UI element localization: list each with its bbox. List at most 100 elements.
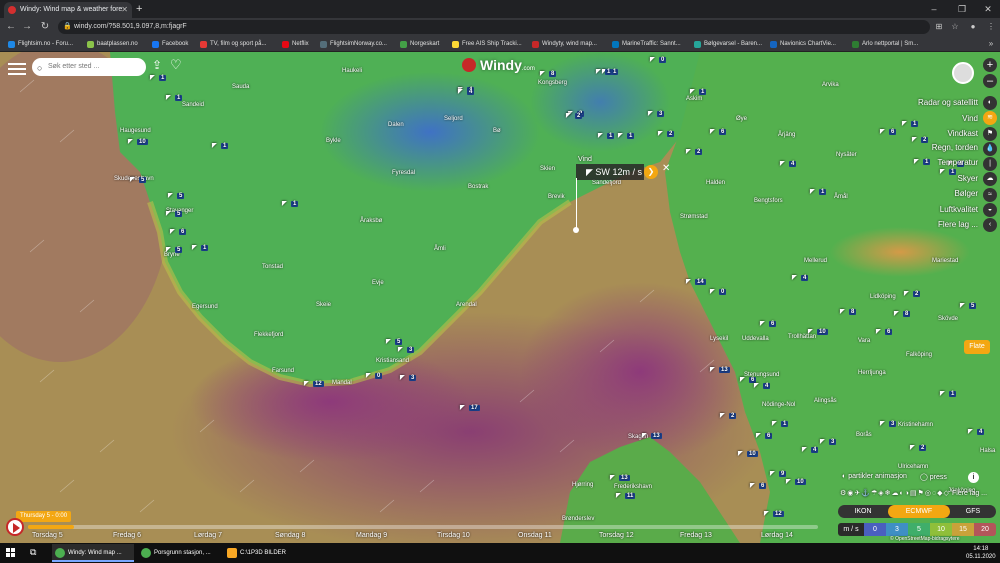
picker-close-icon[interactable]: ✕ <box>662 163 670 174</box>
layer-radar-satellite[interactable]: Radar og satellitt <box>918 98 978 107</box>
url-input[interactable]: 🔒 windy.com/?58.501,9.097,8,m:fjagrF <box>58 20 930 34</box>
menu-dots-icon[interactable]: ⋮ <box>984 20 998 34</box>
bookmark-item[interactable]: Free AIS Ship Tracki... <box>452 36 522 52</box>
close-window-icon[interactable]: ✕ <box>976 0 1000 18</box>
rain-drop-icon[interactable]: 💧 <box>983 142 997 156</box>
wind-speed-value: 6 <box>765 433 773 439</box>
user-avatar[interactable] <box>952 62 974 84</box>
profile-icon[interactable]: ● <box>966 20 980 34</box>
timeline-day-label[interactable]: Søndag 8 <box>275 532 305 539</box>
surface-level-button[interactable]: Flate <box>964 340 990 354</box>
layer-gusts[interactable]: Vindkast <box>947 129 978 138</box>
bookmark-item[interactable]: MarineTraffic: Sannt... <box>612 36 681 52</box>
taskbar-item-folder[interactable]: C:\1P3D BILDER <box>224 544 306 562</box>
bookmark-item[interactable]: Navionics ChartVie... <box>770 36 836 52</box>
place-label: Brevik <box>548 194 565 200</box>
particles-toggle[interactable]: ◐ partikler animasjon <box>842 473 907 480</box>
layer-clouds[interactable]: Skyer <box>958 174 978 183</box>
layer-waves[interactable]: Bølger <box>954 189 978 198</box>
windows-start-icon[interactable] <box>6 548 16 558</box>
timeline-day-label[interactable]: Tirsdag 10 <box>437 532 470 539</box>
timeline-day-label[interactable]: Torsdag 5 <box>32 532 63 539</box>
place-label: Fyresdal <box>392 170 416 176</box>
translate-icon[interactable]: ⊞ <box>932 20 946 34</box>
taskbar-item-windy[interactable]: Windy: Wind map ... <box>52 544 134 562</box>
windy-logo[interactable]: Windy.com <box>462 57 535 73</box>
task-view-icon[interactable]: ⧉ <box>30 547 36 558</box>
reload-icon[interactable]: ↻ <box>38 18 52 36</box>
cloud-icon[interactable]: ☁ <box>983 172 997 186</box>
timeline-day-label[interactable]: Lørdag 14 <box>761 532 793 539</box>
picker-pin-line <box>576 178 577 230</box>
weather-picker[interactable]: ◤ SW 12m / s <box>576 164 644 180</box>
bookmark-item[interactable]: Facebook <box>152 36 188 52</box>
gust-flag-icon[interactable]: ⚑ <box>983 127 997 141</box>
model-ecmwf-button[interactable]: ECMWF <box>888 505 950 518</box>
layer-rain-thunder[interactable]: Regn, torden <box>932 143 978 152</box>
more-layers-link[interactable]: Flere lag ... <box>952 490 987 497</box>
layer-more[interactable]: Flere lag ... <box>938 220 978 229</box>
timeline-day-label[interactable]: Lørdag 7 <box>194 532 222 539</box>
collapse-chevron-icon[interactable]: ‹ <box>983 218 997 232</box>
new-tab-icon[interactable]: + <box>136 2 142 16</box>
timeline-day-label[interactable]: Mandag 9 <box>356 532 387 539</box>
zoom-out-button[interactable]: – <box>983 74 997 88</box>
bookmark-item[interactable]: Netflix <box>282 36 309 52</box>
bookmark-item[interactable]: Arlo nettportal | Sm... <box>852 36 918 52</box>
quick-layer-icons[interactable]: ⚙◉✈⚓☂◈❄☁◐◑▤⚑◎◌◆◇ <box>840 489 950 497</box>
bookmark-item[interactable]: FlightsimNorway.co... <box>320 36 387 52</box>
forward-icon[interactable]: → <box>20 18 34 36</box>
browser-tab-windy[interactable]: Windy: Wind map & weather fore ✕ <box>4 2 132 18</box>
forecast-model-selector[interactable]: IKON ECMWF GFS <box>838 505 996 518</box>
system-clock[interactable]: 14:18 05.11.2020 <box>966 545 996 561</box>
wind-speed-label: ◤2 <box>686 148 703 155</box>
timeline-day-label[interactable]: Onsdag 11 <box>518 532 552 539</box>
layer-wind[interactable]: Vind <box>962 114 978 123</box>
bookmark-star-icon[interactable]: ☆ <box>948 20 962 34</box>
wind-icon[interactable]: ≋ <box>983 111 997 125</box>
air-quality-icon[interactable]: ◒ <box>983 203 997 217</box>
timeline-day-label[interactable]: Torsdag 12 <box>599 532 634 539</box>
layer-temperature[interactable]: Temperatur <box>938 158 978 167</box>
bookmark-item[interactable]: baatplassen.no <box>87 36 138 52</box>
bookmark-item[interactable]: Flightsim.no - Foru... <box>8 36 73 52</box>
minimize-window-icon[interactable]: – <box>922 0 946 18</box>
info-icon[interactable]: i <box>968 472 979 483</box>
timeline-day-label[interactable]: Fredag 13 <box>680 532 712 539</box>
picker-pin-dot[interactable] <box>573 227 579 233</box>
search-input[interactable]: ○ Søk etter sted ... <box>32 58 146 76</box>
waves-icon[interactable]: ≈ <box>983 188 997 202</box>
bookmark-item[interactable]: Norgeskart <box>400 36 439 52</box>
place-label: Bengtsfors <box>754 198 783 204</box>
radar-icon[interactable]: ◐ <box>983 96 997 110</box>
timeline-day-label[interactable]: Fredag 6 <box>113 532 141 539</box>
model-gfs-button[interactable]: GFS <box>950 505 996 518</box>
wind-speed-label: ◤1 <box>598 132 615 139</box>
zoom-in-button[interactable]: + <box>983 58 997 72</box>
timeline-track[interactable] <box>28 525 818 529</box>
taskbar-item-porsgrunn[interactable]: Porsgrunn stasjon, ... <box>138 544 220 562</box>
restore-window-icon[interactable]: ❐ <box>950 0 974 18</box>
share-icon[interactable]: ⇪ <box>152 58 162 72</box>
play-button[interactable] <box>6 518 24 536</box>
wind-speed-label: ◤ 5 <box>130 176 147 183</box>
pressure-toggle-icon: ◯ <box>920 474 930 481</box>
bookmark-item[interactable]: Bølgevarsel - Baren... <box>694 36 762 52</box>
bookmark-item[interactable]: Windyty, wind map... <box>532 36 597 52</box>
place-label: Åmli <box>434 246 446 252</box>
back-icon[interactable]: ← <box>4 18 18 36</box>
bookmark-item[interactable]: TV, film og sport på... <box>200 36 266 52</box>
thermometer-icon[interactable]: ❘ <box>983 157 997 171</box>
wind-speed-label: ◤ 10 <box>738 450 758 457</box>
more-bookmarks-icon[interactable]: » <box>984 37 998 51</box>
place-label: Mariestad <box>932 258 959 264</box>
picker-forecast-icon[interactable]: ❯ <box>644 165 658 179</box>
menu-icon[interactable] <box>8 60 26 76</box>
model-icon-button[interactable]: IKON <box>838 505 888 518</box>
close-tab-icon[interactable]: ✕ <box>121 2 128 18</box>
pressure-toggle[interactable]: ◯ press <box>920 473 947 481</box>
weather-map[interactable]: Sauda Haukeli Sandeid Haugesund Dalen Se… <box>0 52 1000 543</box>
wind-speed-value: 3 <box>829 439 837 445</box>
favorite-heart-icon[interactable]: ♡ <box>170 57 182 73</box>
layer-air-quality[interactable]: Luftkvalitet <box>940 205 978 214</box>
